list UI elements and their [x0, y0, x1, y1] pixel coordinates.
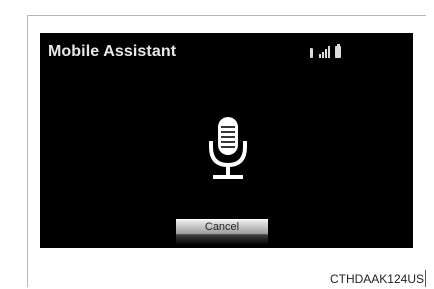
frame-edge-marker	[425, 270, 426, 287]
head-unit-screen: Mobile Assistant Cancel	[40, 33, 413, 248]
cancel-button-reflection	[176, 235, 268, 245]
cancel-button[interactable]: Cancel	[176, 219, 268, 235]
status-bar	[309, 44, 341, 58]
battery-icon	[335, 44, 341, 58]
bluetooth-icon	[309, 48, 314, 58]
screen-title: Mobile Assistant	[48, 43, 177, 60]
signal-icon	[319, 46, 330, 58]
microphone-icon	[209, 117, 247, 179]
figure-code-caption: CTHDAAK124US	[329, 272, 424, 286]
